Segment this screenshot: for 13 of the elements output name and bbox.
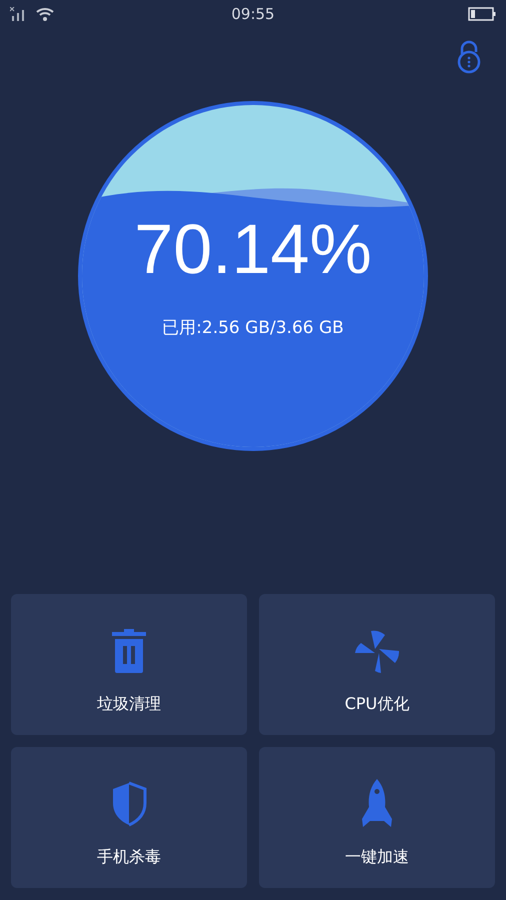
- clock-time: 09:55: [231, 5, 275, 23]
- tool-tile[interactable]: 垃圾清理: [11, 594, 247, 735]
- tool-tile[interactable]: CPU优化: [259, 594, 495, 735]
- tool-tile[interactable]: 一键加速: [259, 747, 495, 888]
- memory-usage: 已用:2.56 GB/3.66 GB: [162, 317, 344, 339]
- rocket-icon: [362, 779, 392, 829]
- lock-icon[interactable]: [456, 40, 482, 74]
- battery-icon: [468, 7, 496, 21]
- tool-tile[interactable]: 手机杀毒: [11, 747, 247, 888]
- shield-icon: [110, 779, 148, 829]
- trash-icon: [112, 626, 146, 676]
- wifi-icon: [36, 7, 54, 21]
- memory-percent: 70.14%: [134, 209, 372, 290]
